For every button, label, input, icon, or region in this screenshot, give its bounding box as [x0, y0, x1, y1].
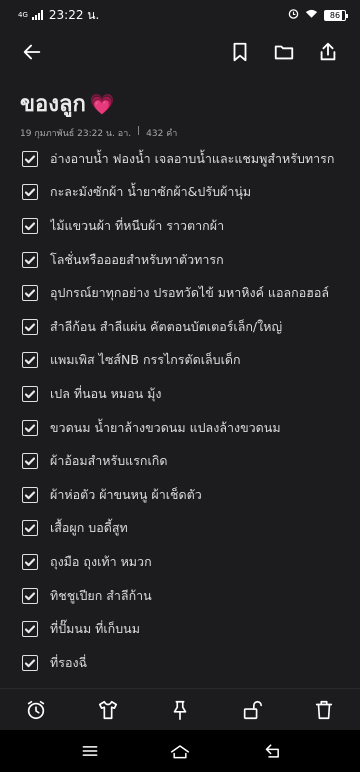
checklist-item-text[interactable]: ไม้แขวนผ้า ที่หนีบผ้า ราวตากผ้า: [50, 216, 224, 236]
checkmark-icon: [24, 457, 36, 466]
checklist-item-text[interactable]: ทิชชูเปียก สำลีก้าน: [50, 586, 152, 606]
checkmark-icon: [24, 591, 36, 600]
checkbox-checked[interactable]: [22, 385, 38, 402]
checkbox-checked[interactable]: [22, 654, 38, 671]
checkbox-checked[interactable]: [22, 520, 38, 537]
bookmark-icon[interactable]: [226, 38, 254, 66]
checklist-item-text[interactable]: สำลีก้อน สำลีแผ่น คัตตอนบัตเตอร์เล็ก/ใหญ…: [50, 317, 282, 337]
unlock-icon[interactable]: [239, 697, 265, 723]
checkbox-checked[interactable]: [22, 285, 38, 302]
status-right: 86: [288, 8, 348, 22]
checklist-item-text[interactable]: ขวดนม น้ำยาล้างขวดนม แปลงล้างขวดนม: [50, 418, 281, 438]
folder-icon[interactable]: [270, 38, 298, 66]
checkmark-icon: [24, 390, 36, 399]
checkbox-checked[interactable]: [22, 587, 38, 604]
checklist-item[interactable]: อ่างอาบน้ำ ฟองน้ำ เจลอาบน้ำและแชมพูสำหรั…: [22, 142, 352, 176]
checkbox-checked[interactable]: [22, 352, 38, 369]
checklist-item-text[interactable]: กะละมังซักผ้า น้ำยาซักผ้า&ปรับผ้านุ่ม: [50, 182, 251, 202]
checklist-item-text[interactable]: อ่างอาบน้ำ ฟองน้ำ เจลอาบน้ำและแชมพูสำหรั…: [50, 149, 334, 169]
trash-icon[interactable]: [311, 697, 337, 723]
checklist-item[interactable]: ทิชชูเปียก สำลีก้าน: [22, 579, 352, 613]
checkmark-icon: [24, 625, 36, 634]
back-icon[interactable]: [262, 739, 286, 763]
checkmark-icon: [24, 222, 36, 231]
menu-icon[interactable]: [78, 739, 102, 763]
note-title-text: ของลูก: [20, 92, 86, 117]
checklist-item-text[interactable]: เปล ที่นอน หมอน มุ้ง: [50, 384, 162, 404]
checkbox-checked[interactable]: [22, 150, 38, 167]
network-type: 4G: [18, 10, 28, 19]
checkmark-icon: [24, 524, 36, 533]
note-toolbar: [0, 36, 360, 68]
checkmark-icon: [24, 423, 36, 432]
checklist-item-text[interactable]: ที่ปั๊มนม ที่เก็บนม: [50, 619, 140, 639]
checklist-item-text[interactable]: เสื้อผูก บอดี้สูท: [50, 518, 128, 538]
checkmark-icon: [24, 155, 36, 163]
checklist-item[interactable]: แพมเพิส ไซส์NB กรรไกรตัดเล็บเด็ก: [22, 344, 352, 378]
bottom-action-bar: [0, 688, 360, 730]
checklist-item[interactable]: เปล ที่นอน หมอน มุ้ง: [22, 377, 352, 411]
checkbox-checked[interactable]: [22, 621, 38, 638]
heart-emoji: 💗: [89, 91, 115, 116]
checkbox-checked[interactable]: [22, 553, 38, 570]
checklist-item-text[interactable]: ผ้าอ้อมสำหรับแรกเกิด: [50, 451, 167, 471]
checklist-item[interactable]: ผ้าห่อตัว ผ้าขนหนู ผ้าเช็ดตัว: [22, 478, 352, 512]
checklist-item-text[interactable]: ที่รองฉี่: [50, 653, 87, 673]
note-meta: 19 กุมภาพันธ์ 23:22 น. อา. | 432 คำ: [20, 126, 177, 140]
checklist-item[interactable]: เสื้อผูก บอดี้สูท: [22, 512, 352, 546]
alarm-clock-icon[interactable]: [23, 697, 49, 723]
checkbox-checked[interactable]: [22, 318, 38, 335]
checkbox-checked[interactable]: [22, 217, 38, 234]
checkbox-checked[interactable]: [22, 486, 38, 503]
checklist-item[interactable]: สำลีก้อน สำลีแผ่น คัตตอนบัตเตอร์เล็ก/ใหญ…: [22, 310, 352, 344]
checkmark-icon: [24, 188, 36, 197]
system-nav-bar: [0, 730, 360, 772]
note-title[interactable]: ของลูก 💗: [20, 86, 115, 121]
checklist-item[interactable]: โลชั่นหรือออยสำหรับทาตัวทารก: [22, 243, 352, 277]
checkmark-icon: [24, 659, 36, 667]
battery-icon: 86: [324, 9, 348, 21]
checkmark-icon: [24, 255, 36, 264]
note-char-count: 432 คำ: [146, 129, 178, 139]
status-time: 23:22 น.: [48, 7, 100, 22]
checklist-item-text[interactable]: โลชั่นหรือออยสำหรับทาตัวทารก: [50, 250, 224, 270]
checklist-item[interactable]: ที่ปั๊มนม ที่เก็บนม: [22, 612, 352, 646]
checklist-item-text[interactable]: ถุงมือ ถุงเท้า หมวก: [50, 552, 152, 572]
back-arrow-icon[interactable]: [18, 38, 46, 66]
home-icon[interactable]: [168, 739, 192, 763]
checklist-item[interactable]: ไม้แขวนผ้า ที่หนีบผ้า ราวตากผ้า: [22, 209, 352, 243]
wifi-icon: [305, 8, 318, 22]
status-left: 4G 23:22 น.: [18, 6, 99, 25]
checkbox-checked[interactable]: [22, 419, 38, 436]
checklist-item-text[interactable]: ผ้าห่อตัว ผ้าขนหนู ผ้าเช็ดตัว: [50, 485, 202, 505]
checkmark-icon: [24, 356, 36, 365]
checklist-item[interactable]: กะละมังซักผ้า น้ำยาซักผ้า&ปรับผ้านุ่ม: [22, 176, 352, 210]
pin-icon[interactable]: [167, 697, 193, 723]
checkbox-checked[interactable]: [22, 251, 38, 268]
checkmark-icon: [24, 289, 36, 298]
signal-icon: [31, 10, 43, 20]
checklist-item[interactable]: ขวดนม น้ำยาล้างขวดนม แปลงล้างขวดนม: [22, 411, 352, 445]
checkmark-icon: [24, 558, 36, 567]
checkbox-checked[interactable]: [22, 184, 38, 201]
checklist-item-text[interactable]: อุปกรณ์ยาทุกอย่าง ปรอทวัดไข้ มหาหิงค์ แอ…: [50, 283, 329, 303]
checkbox-checked[interactable]: [22, 453, 38, 470]
checkmark-icon: [24, 323, 36, 331]
checklist-item[interactable]: ถุงมือ ถุงเท้า หมวก: [22, 545, 352, 579]
meta-separator: |: [137, 126, 141, 136]
checklist-item[interactable]: อุปกรณ์ยาทุกอย่าง ปรอทวัดไข้ มหาหิงค์ แอ…: [22, 276, 352, 310]
alarm-status-icon: [288, 8, 299, 22]
checklist-item-text[interactable]: แพมเพิส ไซส์NB กรรไกรตัดเล็บเด็ก: [50, 350, 241, 370]
note-date: 19 กุมภาพันธ์ 23:22 น. อา.: [20, 129, 132, 139]
share-icon[interactable]: [314, 38, 342, 66]
checklist-item[interactable]: ที่รองฉี่: [22, 646, 352, 680]
checkmark-icon: [24, 491, 36, 499]
checklist: อ่างอาบน้ำ ฟองน้ำ เจลอาบน้ำและแชมพูสำหรั…: [22, 142, 352, 680]
shirt-icon[interactable]: [95, 697, 121, 723]
checklist-item[interactable]: ผ้าอ้อมสำหรับแรกเกิด: [22, 444, 352, 478]
status-bar: 4G 23:22 น. 86: [0, 0, 360, 30]
